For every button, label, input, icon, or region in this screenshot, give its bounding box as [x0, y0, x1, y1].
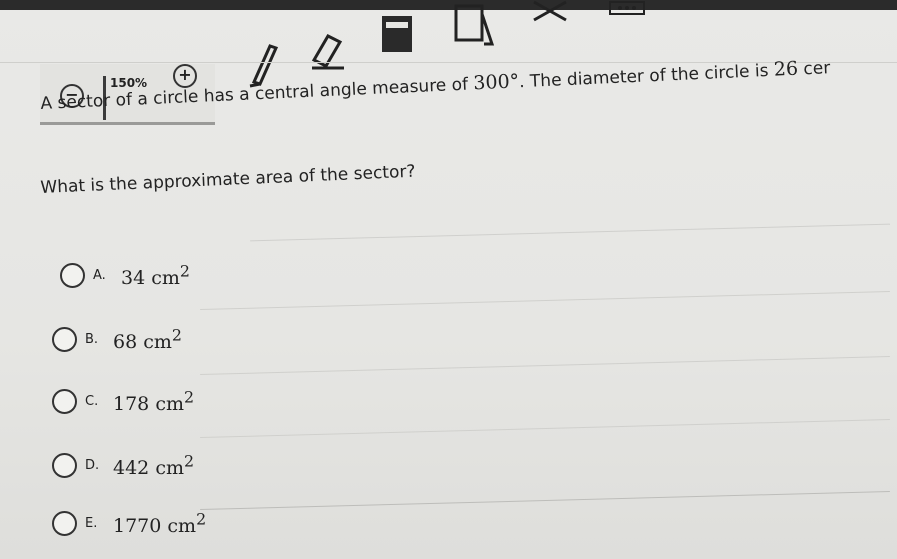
central-angle-value: 300° [472, 70, 520, 95]
divider-line [200, 418, 890, 439]
choice-letter: C. [85, 394, 99, 410]
choice-value: 34 cm2 [121, 262, 190, 290]
choice-value: 1770 cm2 [113, 510, 207, 538]
choice-value: 68 cm2 [113, 326, 182, 354]
choice-letter: B. [85, 332, 99, 348]
window-top-bar [0, 0, 897, 10]
question-part-2: . The diameter of the circle is [518, 60, 775, 93]
question-prompt: What is the approximate area of the sect… [40, 161, 416, 198]
divider-line [200, 355, 890, 376]
radio-button[interactable] [52, 453, 77, 479]
divider-line [200, 290, 890, 311]
answer-choice-e[interactable]: E. 1770 cm2 [52, 510, 206, 537]
answer-choice-c[interactable]: C. 178 cm2 [52, 388, 194, 415]
calculator-icon[interactable] [378, 14, 418, 56]
answer-eliminator-icon[interactable] [528, 0, 572, 24]
choice-letter: A. [93, 268, 106, 284]
choice-value: 442 cm2 [113, 452, 195, 480]
diameter-value: 26 [773, 57, 799, 81]
choice-value: 178 cm2 [113, 388, 195, 416]
divider-line [250, 223, 890, 242]
answer-choice-b[interactable]: B. 68 cm2 [52, 326, 182, 353]
radio-button[interactable] [52, 511, 77, 537]
more-tools-icon[interactable] [606, 0, 650, 18]
answer-choice-d[interactable]: D. 442 cm2 [52, 452, 194, 479]
radio-button[interactable] [60, 263, 85, 289]
radio-button[interactable] [52, 327, 77, 353]
answer-choice-a[interactable]: A. 34 cm2 [60, 262, 190, 289]
eraser-icon[interactable] [308, 30, 348, 72]
reference-sheet-icon[interactable] [452, 4, 496, 48]
choice-letter: E. [85, 516, 98, 532]
divider-line [200, 490, 890, 511]
radio-button[interactable] [52, 389, 77, 415]
choice-letter: D. [85, 458, 100, 474]
question-part-3: cer [797, 58, 831, 80]
